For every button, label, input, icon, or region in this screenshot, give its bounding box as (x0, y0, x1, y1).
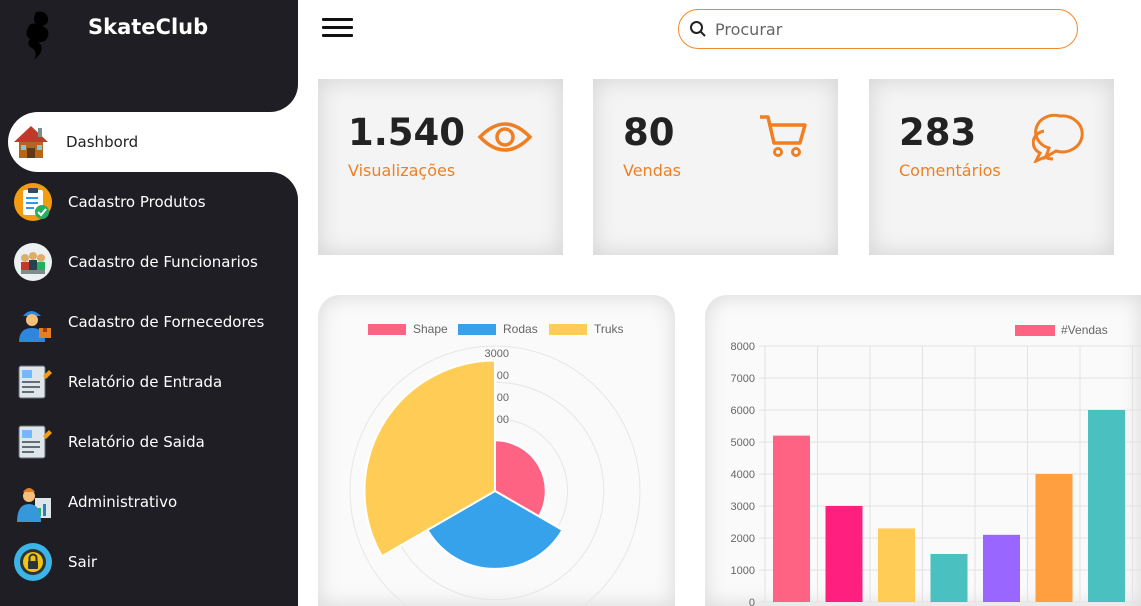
card-value: 1.540 (348, 111, 466, 154)
bar-chart-panel: #Vendas 8000 7000 6000 5000 4000 3000 2000 1000 0 (705, 295, 1141, 606)
sidebar-item-label: Dashbord (66, 133, 139, 151)
sidebar-item-label: Relatório de Entrada (68, 373, 223, 391)
eye-icon (477, 122, 533, 152)
y-tick-label: 8000 (731, 341, 755, 353)
y-tick-label: 1000 (731, 565, 755, 577)
bar (878, 528, 915, 602)
sidebar-item-dashbord[interactable]: Dashbord (8, 112, 298, 172)
bar (825, 506, 863, 602)
cart-icon (760, 115, 807, 157)
bar (773, 435, 810, 602)
card-label: Comentários (899, 161, 1001, 180)
lock-icon (12, 541, 54, 583)
legend-swatch (549, 324, 587, 335)
polar-area-chart: Shape Rodas Truks 3000 00 00 00 (349, 322, 641, 606)
y-tick-label: 7000 (731, 373, 755, 385)
sidebar-item-cadastro-produtos[interactable]: Cadastro Produtos (0, 172, 298, 232)
sidebar-item-cadastro-funcionarios[interactable]: Cadastro de Funcionarios (0, 232, 298, 292)
y-tick-label: 5000 (731, 437, 755, 449)
bar (930, 554, 968, 602)
report-in-icon (12, 361, 54, 403)
radial-tick-label: 3000 (485, 348, 509, 360)
radial-tick-label: 00 (497, 392, 509, 404)
radial-tick-label: 00 (497, 414, 509, 426)
legend-label: #Vendas (1061, 323, 1108, 337)
legend-swatch (1015, 325, 1055, 336)
legend-swatch (458, 324, 496, 335)
house-icon (10, 121, 52, 163)
y-tick-label: 0 (749, 597, 755, 606)
legend-label: Rodas (503, 322, 538, 336)
sidebar-item-cadastro-fornecedores[interactable]: Cadastro de Fornecedores (0, 292, 298, 352)
card-label: Visualizações (348, 161, 456, 180)
card-value: 80 (623, 111, 675, 154)
y-tick-label: 2000 (731, 533, 755, 545)
search-input[interactable] (715, 19, 1055, 39)
admin-icon (12, 481, 54, 523)
sidebar-item-label: Administrativo (68, 493, 178, 511)
sidebar-item-label: Cadastro Produtos (68, 193, 206, 211)
sidebar-curve-top (270, 84, 298, 112)
card-label: Vendas (623, 161, 681, 180)
brand-header: SkateClub (0, 0, 298, 112)
sidebar-item-label: Relatório de Saida (68, 433, 205, 451)
search-box[interactable] (678, 9, 1078, 49)
menu-toggle-icon[interactable] (322, 18, 354, 40)
radial-tick-label: 00 (497, 370, 509, 382)
legend-label: Shape (413, 322, 448, 336)
team-icon (12, 241, 54, 283)
skater-logo-icon (26, 11, 49, 61)
sidebar: SkateClub Dashbord Cadastro Produtos Cad… (0, 0, 298, 606)
delivery-man-icon (12, 301, 54, 343)
bar-chart: #Vendas 8000 7000 6000 5000 4000 3000 2000 1000 0 (731, 323, 1141, 606)
bar (1088, 410, 1125, 602)
sidebar-item-sair[interactable]: Sair (0, 532, 298, 592)
sidebar-item-relatorio-saida[interactable]: Relatório de Saida (0, 412, 298, 472)
sidebar-item-administrativo[interactable]: Administrativo (0, 472, 298, 532)
bar (983, 534, 1020, 602)
clipboard-check-icon (12, 181, 54, 223)
search-icon (690, 21, 706, 37)
card-comentarios[interactable]: 283 Comentários (869, 79, 1114, 255)
card-vendas[interactable]: 80 Vendas (593, 79, 838, 255)
card-value: 283 (899, 111, 977, 154)
chat-icon (1032, 113, 1084, 163)
y-tick-label: 3000 (731, 501, 755, 513)
polar-chart-panel: Shape Rodas Truks 3000 00 00 00 (318, 295, 675, 606)
sidebar-item-label: Cadastro de Fornecedores (68, 313, 265, 331)
y-tick-label: 4000 (731, 469, 755, 481)
sidebar-item-label: Cadastro de Funcionarios (68, 253, 258, 271)
report-out-icon (12, 421, 54, 463)
sidebar-item-label: Sair (68, 553, 98, 571)
legend-swatch (368, 324, 406, 335)
y-tick-label: 6000 (731, 405, 755, 417)
bar (1035, 474, 1073, 602)
sidebar-item-relatorio-entrada[interactable]: Relatório de Entrada (0, 352, 298, 412)
brand-name[interactable]: SkateClub (88, 15, 208, 39)
legend-label: Truks (594, 322, 624, 336)
card-visualizacoes[interactable]: 1.540 Visualizações (318, 79, 563, 255)
